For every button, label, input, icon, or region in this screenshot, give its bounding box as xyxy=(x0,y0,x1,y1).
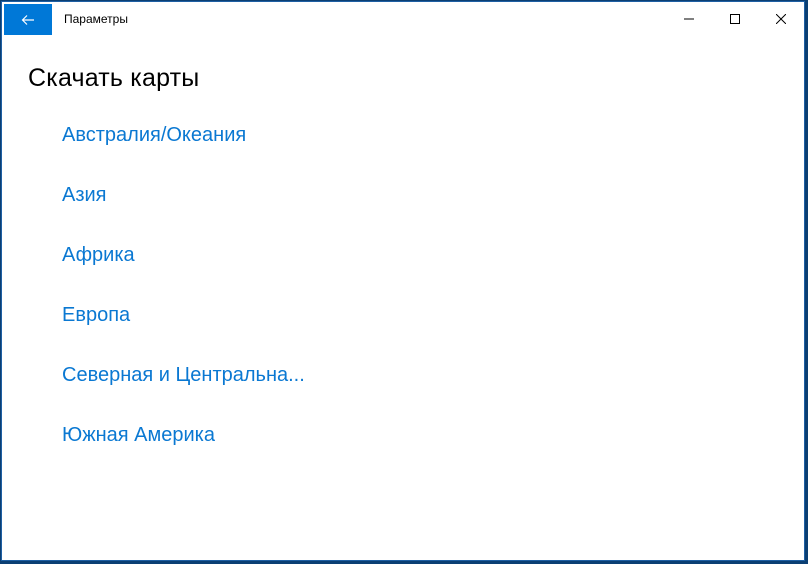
close-button[interactable] xyxy=(758,2,804,35)
list-item: Азия xyxy=(62,182,305,242)
region-link-africa[interactable]: Африка xyxy=(62,242,135,268)
minimize-button[interactable] xyxy=(666,2,712,35)
region-list: Австралия/Океания Азия Африка Европа Сев… xyxy=(62,122,305,482)
region-link-asia[interactable]: Азия xyxy=(62,182,107,208)
window-title: Параметры xyxy=(64,12,128,26)
list-item: Южная Америка xyxy=(62,422,305,482)
minimize-icon xyxy=(684,14,694,24)
title-bar: Параметры xyxy=(2,2,804,35)
page-title: Скачать карты xyxy=(28,64,200,92)
arrow-left-icon xyxy=(21,14,35,26)
list-item: Австралия/Океания xyxy=(62,122,305,182)
list-item: Европа xyxy=(62,302,305,362)
settings-window: Параметры Скачать карты Австралия/Океани… xyxy=(1,1,805,561)
list-item: Северная и Центральна... xyxy=(62,362,305,422)
back-button[interactable] xyxy=(4,4,52,35)
maximize-button[interactable] xyxy=(712,2,758,35)
region-link-europe[interactable]: Европа xyxy=(62,302,130,328)
region-link-north-central-america[interactable]: Северная и Центральна... xyxy=(62,362,305,388)
region-link-australia-oceania[interactable]: Австралия/Океания xyxy=(62,122,246,148)
maximize-icon xyxy=(730,13,740,24)
close-icon xyxy=(776,13,786,24)
list-item: Африка xyxy=(62,242,305,302)
region-link-south-america[interactable]: Южная Америка xyxy=(62,422,215,448)
